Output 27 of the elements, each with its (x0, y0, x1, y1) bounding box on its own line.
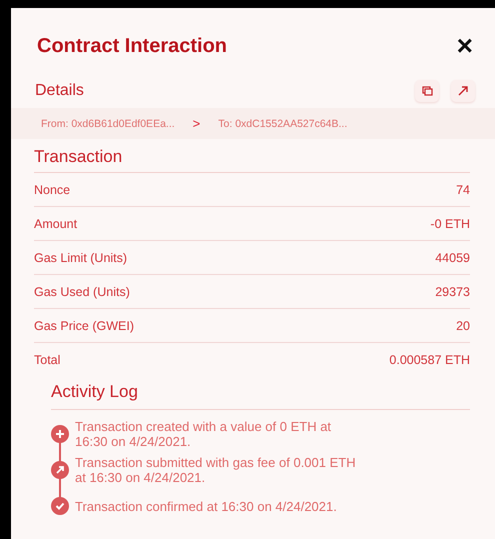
separator-glyph: > (192, 116, 200, 131)
row-value: 0.000587 ETH (389, 352, 470, 366)
row-value: 20 (456, 318, 470, 332)
row-label: Gas Price (GWEI) (34, 318, 134, 332)
row-label: Gas Limit (Units) (34, 250, 128, 264)
row-label: Nonce (34, 182, 70, 196)
log-entry-text: Transaction submitted with gas fee of 0.001 ETH at 16:30 on 4/24/2021. (75, 455, 357, 485)
open-external-button[interactable] (451, 80, 475, 102)
section-heading: Transaction (34, 139, 470, 173)
section-heading: Details (35, 82, 84, 100)
row-label: Amount (34, 216, 78, 230)
log-entry-text: Transaction confirmed at 16:30 on 4/24/2021. (75, 498, 337, 514)
log-entry-text: Transaction created with a value of 0 ETH at 16:30 on 4/24/2021. (75, 419, 332, 449)
arrow-icon (457, 85, 469, 97)
row-value: 44059 (435, 250, 470, 264)
row-label: Gas Used (Units) (34, 284, 130, 298)
to-address: To: 0xdC1552AA527c64B... (218, 118, 348, 130)
from-address: From: 0xd6B61d0Edf0EEa... (41, 118, 175, 130)
copy-icon (422, 86, 432, 96)
dialog-title: Contract Interaction (37, 34, 228, 58)
row-value: 29373 (435, 284, 470, 298)
copy-button[interactable] (415, 80, 439, 102)
close-button[interactable]: × (456, 34, 473, 58)
row-value: 74 (456, 182, 470, 196)
row-value: -0 ETH (430, 216, 470, 230)
section-heading: Activity Log (51, 378, 470, 410)
row-label: Total (34, 352, 60, 366)
